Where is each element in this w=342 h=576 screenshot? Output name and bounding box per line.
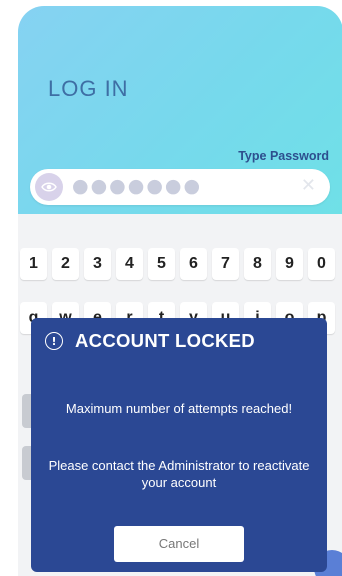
key-0[interactable]: 0 bbox=[308, 248, 335, 280]
dialog-message-attempts: Maximum number of attempts reached! bbox=[65, 401, 293, 416]
key-2[interactable]: 2 bbox=[52, 248, 79, 280]
password-field[interactable]: ●●●●●●● ✕ bbox=[30, 169, 330, 205]
key-4[interactable]: 4 bbox=[116, 248, 143, 280]
password-label: Type Password bbox=[238, 149, 329, 163]
password-value: ●●●●●●● bbox=[72, 175, 203, 197]
close-icon[interactable]: ✕ bbox=[301, 175, 316, 196]
account-locked-dialog: ! ACCOUNT LOCKED Maximum number of attem… bbox=[31, 318, 327, 572]
cancel-button[interactable]: Cancel bbox=[114, 526, 244, 562]
login-header: LOG IN Type Password ●●●●●●● ✕ bbox=[18, 6, 342, 214]
key-9[interactable]: 9 bbox=[276, 248, 303, 280]
key-6[interactable]: 6 bbox=[180, 248, 207, 280]
key-8[interactable]: 8 bbox=[244, 248, 271, 280]
key-1[interactable]: 1 bbox=[20, 248, 47, 280]
dialog-title: ACCOUNT LOCKED bbox=[75, 330, 255, 351]
key-5[interactable]: 5 bbox=[148, 248, 175, 280]
key-3[interactable]: 3 bbox=[84, 248, 111, 280]
key-7[interactable]: 7 bbox=[212, 248, 239, 280]
page-title: LOG IN bbox=[48, 76, 129, 101]
dialog-header: ! ACCOUNT LOCKED bbox=[45, 328, 255, 354]
dialog-message-contact: Please contact the Administrator to reac… bbox=[48, 458, 310, 490]
warning-icon: ! bbox=[45, 332, 63, 350]
eye-icon[interactable] bbox=[35, 173, 63, 201]
